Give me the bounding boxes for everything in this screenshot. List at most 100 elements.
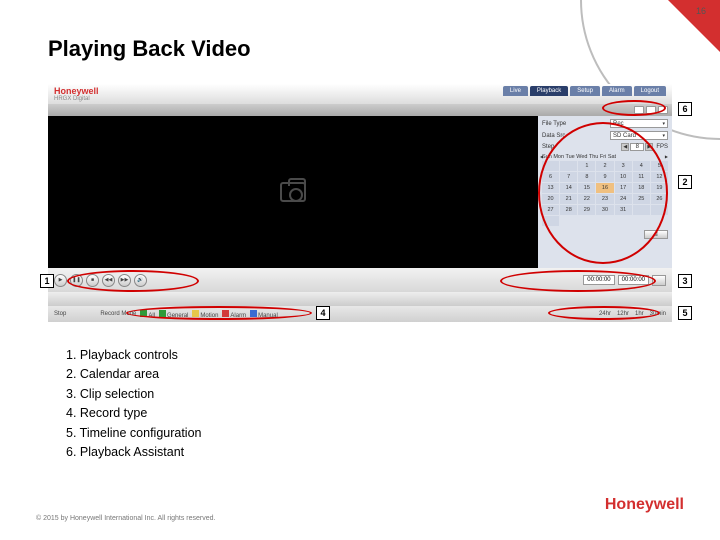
cal-day[interactable]: 26 (651, 194, 668, 204)
cal-day[interactable]: 25 (633, 194, 650, 204)
cal-day[interactable]: 21 (560, 194, 577, 204)
record-type-all[interactable]: All (140, 310, 155, 319)
timeline-zoom-12hr[interactable]: 12hr (617, 311, 629, 317)
download-button[interactable] (652, 275, 666, 286)
cal-day[interactable]: 7 (560, 172, 577, 182)
callout-1: 1 (40, 274, 54, 288)
cal-day[interactable]: 24 (615, 194, 632, 204)
play-control-4[interactable]: ▶▶ (118, 274, 131, 287)
legend-item: 3. Clip selection (66, 385, 202, 404)
record-type-general[interactable]: General (159, 310, 188, 319)
play-control-0[interactable]: ▶ (54, 274, 67, 287)
cal-day[interactable]: 4 (633, 161, 650, 171)
cal-day[interactable]: 28 (560, 205, 577, 215)
cal-day[interactable]: 14 (560, 183, 577, 193)
cal-day[interactable] (651, 205, 668, 215)
cal-day[interactable]: 5 (651, 161, 668, 171)
cal-day[interactable]: 11 (633, 172, 650, 182)
camera-icon (280, 182, 306, 202)
page-number: 16 (696, 6, 706, 16)
record-type-motion[interactable]: Motion (192, 310, 218, 319)
cal-day[interactable]: 29 (578, 205, 595, 215)
footer-logo: Honeywell (605, 496, 684, 514)
decorative-corner (668, 0, 720, 52)
calendar-weekdays: Sun Mon Tue Wed Thu Fri Sat (542, 154, 668, 160)
play-control-5[interactable]: 🔊 (134, 274, 147, 287)
assist-button-1[interactable] (634, 106, 644, 114)
clip-start[interactable]: 00:00:00 (583, 275, 614, 285)
assist-button-3[interactable] (658, 106, 668, 114)
tab-playback[interactable]: Playback (530, 86, 568, 96)
cal-day[interactable]: 20 (542, 194, 559, 204)
callout-2: 2 (678, 175, 692, 189)
calendar-panel: File Type Rec Data Src SD Card Step ◀ 8 … (538, 116, 672, 268)
tab-setup[interactable]: Setup (570, 86, 600, 96)
callout-6: 6 (678, 102, 692, 116)
legend-item: 1. Playback controls (66, 346, 202, 365)
video-viewport (48, 116, 538, 268)
record-type-manual[interactable]: Manual (250, 310, 278, 319)
cal-day[interactable]: 6 (542, 172, 559, 182)
cal-day[interactable]: 22 (578, 194, 595, 204)
file-type-select[interactable]: Rec (610, 119, 668, 128)
clip-end[interactable]: 00:00:00 (618, 275, 649, 285)
cal-day[interactable]: 2 (596, 161, 613, 171)
cal-day[interactable]: 3 (615, 161, 632, 171)
cal-day[interactable]: 10 (615, 172, 632, 182)
legend-item: 4. Record type (66, 404, 202, 423)
file-type-label: File Type (542, 121, 566, 127)
legend-list: 1. Playback controls2. Calendar area3. C… (66, 346, 202, 462)
playback-controls: ▶❚❚■◀◀▶▶🔊 00:00:00 00:00:00 (48, 268, 672, 292)
cal-day[interactable]: 12 (651, 172, 668, 182)
record-mode-label: Record Mode (100, 311, 136, 317)
step-label: Step (542, 144, 554, 150)
cal-day[interactable]: 18 (633, 183, 650, 193)
cal-day[interactable]: 9 (596, 172, 613, 182)
playback-app: Honeywell HRGX Digital LivePlaybackSetup… (48, 84, 672, 322)
timeline[interactable] (48, 292, 672, 306)
cal-day[interactable]: 19 (651, 183, 668, 193)
tab-alarm[interactable]: Alarm (602, 86, 632, 96)
assist-button-2[interactable] (646, 106, 656, 114)
stop-label: Stop (54, 311, 66, 317)
legend-item: 2. Calendar area (66, 365, 202, 384)
cal-day[interactable] (542, 216, 559, 226)
cal-day[interactable]: 16 (596, 183, 613, 193)
data-src-select[interactable]: SD Card (610, 131, 668, 140)
timeline-zoom-30min[interactable]: 30min (650, 311, 666, 317)
calendar-grid[interactable]: 1234567891011121314151617181920212223242… (542, 161, 668, 226)
page-title: Playing Back Video (48, 36, 251, 62)
play-control-1[interactable]: ❚❚ (70, 274, 83, 287)
assist-toolbar (48, 104, 672, 116)
callout-5: 5 (678, 306, 692, 320)
step-value: 8 (630, 143, 644, 151)
cal-day[interactable] (560, 161, 577, 171)
cal-day[interactable]: 31 (615, 205, 632, 215)
data-src-label: Data Src (542, 133, 565, 139)
cal-day[interactable]: 15 (578, 183, 595, 193)
copyright: © 2015 by Honeywell International Inc. A… (36, 515, 215, 522)
play-control-2[interactable]: ■ (86, 274, 99, 287)
legend-item: 5. Timeline configuration (66, 424, 202, 443)
cal-day[interactable]: 23 (596, 194, 613, 204)
cal-day[interactable]: 1 (578, 161, 595, 171)
tab-logout[interactable]: Logout (634, 86, 666, 96)
tab-live[interactable]: Live (503, 86, 528, 96)
timeline-zoom-1hr[interactable]: 1hr (635, 311, 644, 317)
timeline-zoom-24hr[interactable]: 24hr (599, 311, 611, 317)
play-control-3[interactable]: ◀◀ (102, 274, 115, 287)
callout-3: 3 (678, 274, 692, 288)
file-list-button[interactable]: ≡ (644, 230, 668, 239)
record-type-alarm[interactable]: Alarm (222, 310, 246, 319)
cal-day[interactable]: 27 (542, 205, 559, 215)
cal-day[interactable] (633, 205, 650, 215)
cal-day[interactable] (542, 161, 559, 171)
cal-day[interactable]: 13 (542, 183, 559, 193)
step-up[interactable]: ▶ (645, 143, 653, 151)
step-spinner[interactable]: ◀ 8 ▶ FPS (621, 143, 668, 151)
cal-day[interactable]: 30 (596, 205, 613, 215)
cal-day[interactable]: 8 (578, 172, 595, 182)
step-down[interactable]: ◀ (621, 143, 629, 151)
cal-day[interactable]: 17 (615, 183, 632, 193)
footer-bar: Stop Record Mode All General Motion Alarm Manu… (48, 306, 672, 322)
